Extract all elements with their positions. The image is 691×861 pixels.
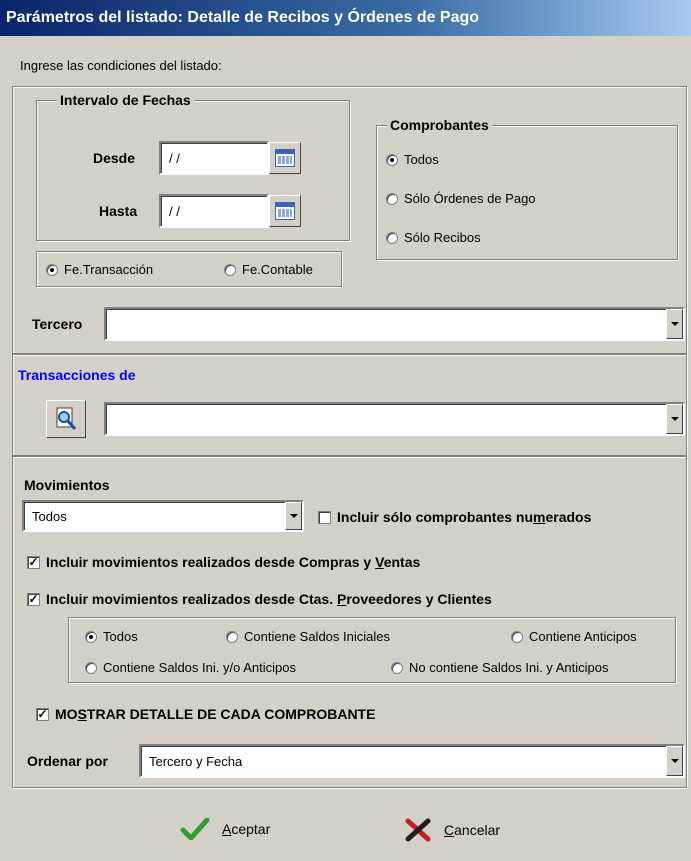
ordenar-por-label: Ordenar por: [27, 753, 108, 769]
radio-no-saldos-anticipos[interactable]: No contiene Saldos Ini. y Anticipos: [391, 660, 608, 675]
radio-anticipos[interactable]: Contiene Anticipos: [511, 629, 637, 644]
radio-saldos-iniciales[interactable]: Contiene Saldos Iniciales: [226, 629, 390, 644]
checkbox-ctas-proveedores[interactable]: ✓ Incluir movimientos realizados desde C…: [27, 591, 492, 607]
checkmark-icon: [180, 818, 210, 840]
radio-button[interactable]: [226, 630, 238, 643]
desde-date-input[interactable]: / /: [159, 141, 269, 175]
radio-button[interactable]: [85, 661, 97, 674]
radio-button-checked[interactable]: [85, 630, 97, 643]
radio-label: Sólo Órdenes de Pago: [404, 191, 536, 206]
tercero-label: Tercero: [32, 316, 83, 332]
checkbox-label: Incluir movimientos realizados desde Com…: [46, 554, 421, 570]
calendar-icon: [275, 149, 295, 167]
radio-label: Contiene Saldos Iniciales: [244, 629, 390, 644]
desde-label: Desde: [93, 150, 136, 166]
instructions-text: Ingrese las condiciones del listado:: [20, 58, 222, 73]
radio-saldos-o-anticipos[interactable]: Contiene Saldos Ini. y/o Anticipos: [85, 660, 296, 675]
checkbox-label: Incluir sólo comprobantes numerados: [337, 509, 592, 525]
radio-label: Todos: [103, 629, 138, 644]
movimientos-select[interactable]: Todos: [22, 500, 304, 532]
comprobantes-group: Comprobantes Todos Sólo Órdenes de Pago …: [376, 117, 678, 260]
checkbox-box[interactable]: ✓: [27, 555, 40, 569]
tercero-select[interactable]: [104, 307, 685, 341]
chevron-down-icon[interactable]: [285, 502, 302, 530]
radio-filtro-todos[interactable]: Todos: [85, 629, 138, 644]
radio-fe-contable[interactable]: Fe.Contable: [224, 262, 313, 277]
radio-comprobantes-recibos[interactable]: Sólo Recibos: [386, 230, 481, 245]
desde-calendar-button[interactable]: [269, 142, 301, 174]
calendar-icon: [275, 202, 295, 220]
checkbox-box[interactable]: ✓: [36, 707, 49, 721]
chevron-down-icon[interactable]: [666, 309, 683, 339]
transacciones-search-button[interactable]: [46, 400, 86, 438]
radio-label: Todos: [404, 152, 439, 167]
radio-comprobantes-ordenes[interactable]: Sólo Órdenes de Pago: [386, 191, 536, 206]
checkbox-label: MOSTRAR DETALLE DE CADA COMPROBANTE: [55, 706, 376, 722]
date-type-group: Fe.Transacción Fe.Contable: [36, 251, 342, 287]
checkbox-compras-ventas[interactable]: ✓ Incluir movimientos realizados desde C…: [27, 554, 420, 570]
transacciones-title: Transacciones de: [18, 367, 136, 383]
accept-label: Aceptar: [222, 821, 271, 837]
radio-button[interactable]: [386, 231, 398, 244]
movimientos-value: Todos: [32, 508, 67, 524]
checkbox-label: Incluir movimientos realizados desde Cta…: [46, 591, 492, 607]
radio-label: Contiene Anticipos: [529, 629, 637, 644]
hasta-date-input[interactable]: / /: [159, 194, 269, 228]
chevron-down-icon[interactable]: [666, 404, 683, 434]
radio-label: No contiene Saldos Ini. y Anticipos: [409, 660, 609, 675]
red-x-icon: [405, 818, 431, 842]
checkbox-mostrar-detalle[interactable]: ✓ MOSTRAR DETALLE DE CADA COMPROBANTE: [36, 706, 375, 722]
radio-label: Fe.Contable: [242, 262, 313, 277]
window-title: Parámetros del listado: Detalle de Recib…: [0, 0, 691, 36]
radio-label: Contiene Saldos Ini. y/o Anticipos: [103, 660, 296, 675]
checkbox-solo-numerados[interactable]: Incluir sólo comprobantes numerados: [318, 509, 591, 525]
hasta-label: Hasta: [99, 203, 138, 219]
radio-button-checked[interactable]: [386, 153, 398, 166]
movimientos-filter-group: Todos Contiene Saldos Iniciales Contiene…: [68, 617, 676, 683]
comprobantes-legend: Comprobantes: [387, 117, 492, 133]
cancel-label: Cancelar: [444, 822, 501, 838]
chevron-down-icon[interactable]: [666, 746, 683, 776]
radio-comprobantes-todos[interactable]: Todos: [386, 152, 439, 167]
date-interval-group: Intervalo de Fechas Desde / / Hasta / /: [36, 92, 350, 241]
checkbox-box[interactable]: [318, 510, 331, 524]
checkbox-box[interactable]: ✓: [27, 592, 40, 606]
date-interval-legend: Intervalo de Fechas: [57, 92, 194, 108]
magnifier-document-icon: [56, 407, 77, 430]
hasta-calendar-button[interactable]: [269, 195, 301, 227]
transacciones-panel: Transacciones de: [12, 354, 687, 456]
transacciones-select[interactable]: [104, 402, 685, 436]
radio-label: Sólo Recibos: [404, 230, 481, 245]
radio-button[interactable]: [386, 192, 398, 205]
ordenar-por-select[interactable]: Tercero y Fecha: [139, 744, 685, 778]
radio-button[interactable]: [391, 661, 403, 674]
radio-label: Fe.Transacción: [64, 262, 154, 277]
ordenar-por-value: Tercero y Fecha: [149, 753, 243, 769]
movimientos-panel: Movimientos Todos Incluir sólo comproban…: [12, 456, 687, 788]
filter-panel-main: Intervalo de Fechas Desde / / Hasta / / …: [12, 86, 687, 354]
radio-button[interactable]: [511, 630, 523, 643]
radio-button[interactable]: [224, 263, 236, 276]
movimientos-label: Movimientos: [24, 477, 110, 493]
accept-button[interactable]: Aceptar: [180, 818, 270, 840]
radio-fe-transaccion[interactable]: Fe.Transacción: [46, 262, 153, 277]
cancel-button[interactable]: Cancelar: [404, 818, 500, 842]
radio-button-checked[interactable]: [46, 263, 58, 276]
